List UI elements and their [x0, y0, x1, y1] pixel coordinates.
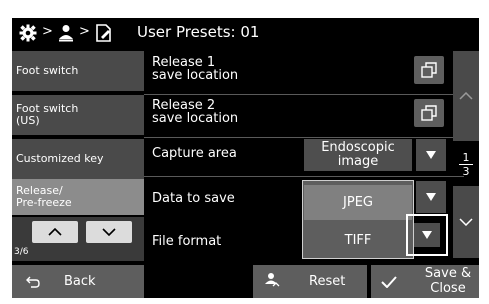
gear-icon[interactable] — [18, 23, 38, 43]
scroll-page-indicator: 1 3 — [453, 142, 479, 186]
chevron-down-icon — [459, 218, 473, 226]
nav-item-foot-switch[interactable]: Foot switch — [12, 51, 144, 91]
back-button[interactable]: Back — [12, 265, 144, 298]
back-label: Back — [64, 274, 96, 289]
triangle-down-icon — [426, 151, 436, 159]
user-icon[interactable] — [57, 23, 75, 43]
file-format-label: File format — [152, 234, 222, 249]
save-close-button[interactable]: Save & Close — [371, 265, 479, 298]
row-divider — [144, 94, 464, 95]
nav-item-label: Release/ Pre-freeze — [16, 184, 72, 209]
window-popup-icon — [421, 105, 437, 121]
breadcrumb-separator: > — [42, 24, 53, 39]
window-popup-icon — [421, 62, 437, 78]
user-reset-icon — [265, 273, 280, 287]
nav-item-label: Customized key — [16, 152, 104, 165]
triangle-down-icon — [422, 231, 432, 239]
return-arrow-icon — [26, 276, 40, 288]
nav-item-foot-switch-us[interactable]: Foot switch (US) — [12, 95, 144, 135]
nav-page-indicator: 3/6 — [14, 247, 29, 257]
release2-location-button[interactable] — [414, 99, 444, 127]
document-icon[interactable] — [94, 23, 114, 43]
nav-item-release-pre-freeze[interactable]: Release/ Pre-freeze — [12, 179, 144, 215]
capture-area-dropdown-button[interactable] — [416, 139, 446, 171]
capture-area-value: Endoscopic image — [321, 140, 395, 169]
nav-page-down-button[interactable] — [86, 221, 132, 243]
scroll-up-button[interactable] — [453, 51, 479, 141]
page-title: User Presets: 01 — [137, 23, 260, 41]
checkmark-icon — [381, 276, 397, 288]
row-divider — [144, 137, 464, 138]
chevron-up-icon — [459, 92, 473, 100]
scroll-down-button[interactable] — [453, 186, 479, 258]
chevron-up-icon — [48, 228, 62, 236]
capture-area-label: Capture area — [152, 146, 237, 161]
nav-item-label: Foot switch (US) — [16, 102, 79, 127]
save-close-label: Save & Close — [424, 266, 472, 296]
nav-item-label: Foot switch — [16, 64, 79, 77]
triangle-down-icon — [426, 193, 436, 201]
scroll-page-total: 3 — [462, 164, 470, 178]
reset-button[interactable]: Reset — [253, 265, 367, 298]
capture-area-select[interactable]: Endoscopic image — [304, 139, 412, 171]
header-bar: > > User Presets: 01 — [12, 18, 479, 48]
chevron-down-icon — [102, 228, 116, 236]
reset-label: Reset — [309, 274, 346, 289]
file-format-dropdown-button[interactable] — [406, 214, 448, 256]
dropdown-option-jpeg[interactable]: JPEG — [304, 185, 412, 220]
scroll-page-current: 1 — [462, 150, 470, 164]
nav-pager: 3/6 — [12, 217, 144, 261]
release1-location-button[interactable] — [414, 56, 444, 84]
dropdown-option-tiff[interactable]: TIFF — [304, 223, 412, 258]
data-to-save-dropdown-button[interactable] — [416, 181, 446, 213]
release2-label: Release 2 save location — [152, 98, 239, 126]
breadcrumb-separator: > — [79, 24, 90, 39]
screen: > > User Presets: 01 Foot switch Foot sw… — [12, 18, 479, 298]
release1-label: Release 1 save location — [152, 55, 239, 83]
data-to-save-label: Data to save — [152, 191, 235, 206]
row-divider — [144, 176, 464, 177]
nav-page-up-button[interactable] — [32, 221, 78, 243]
nav-item-customized-key[interactable]: Customized key — [12, 139, 144, 179]
